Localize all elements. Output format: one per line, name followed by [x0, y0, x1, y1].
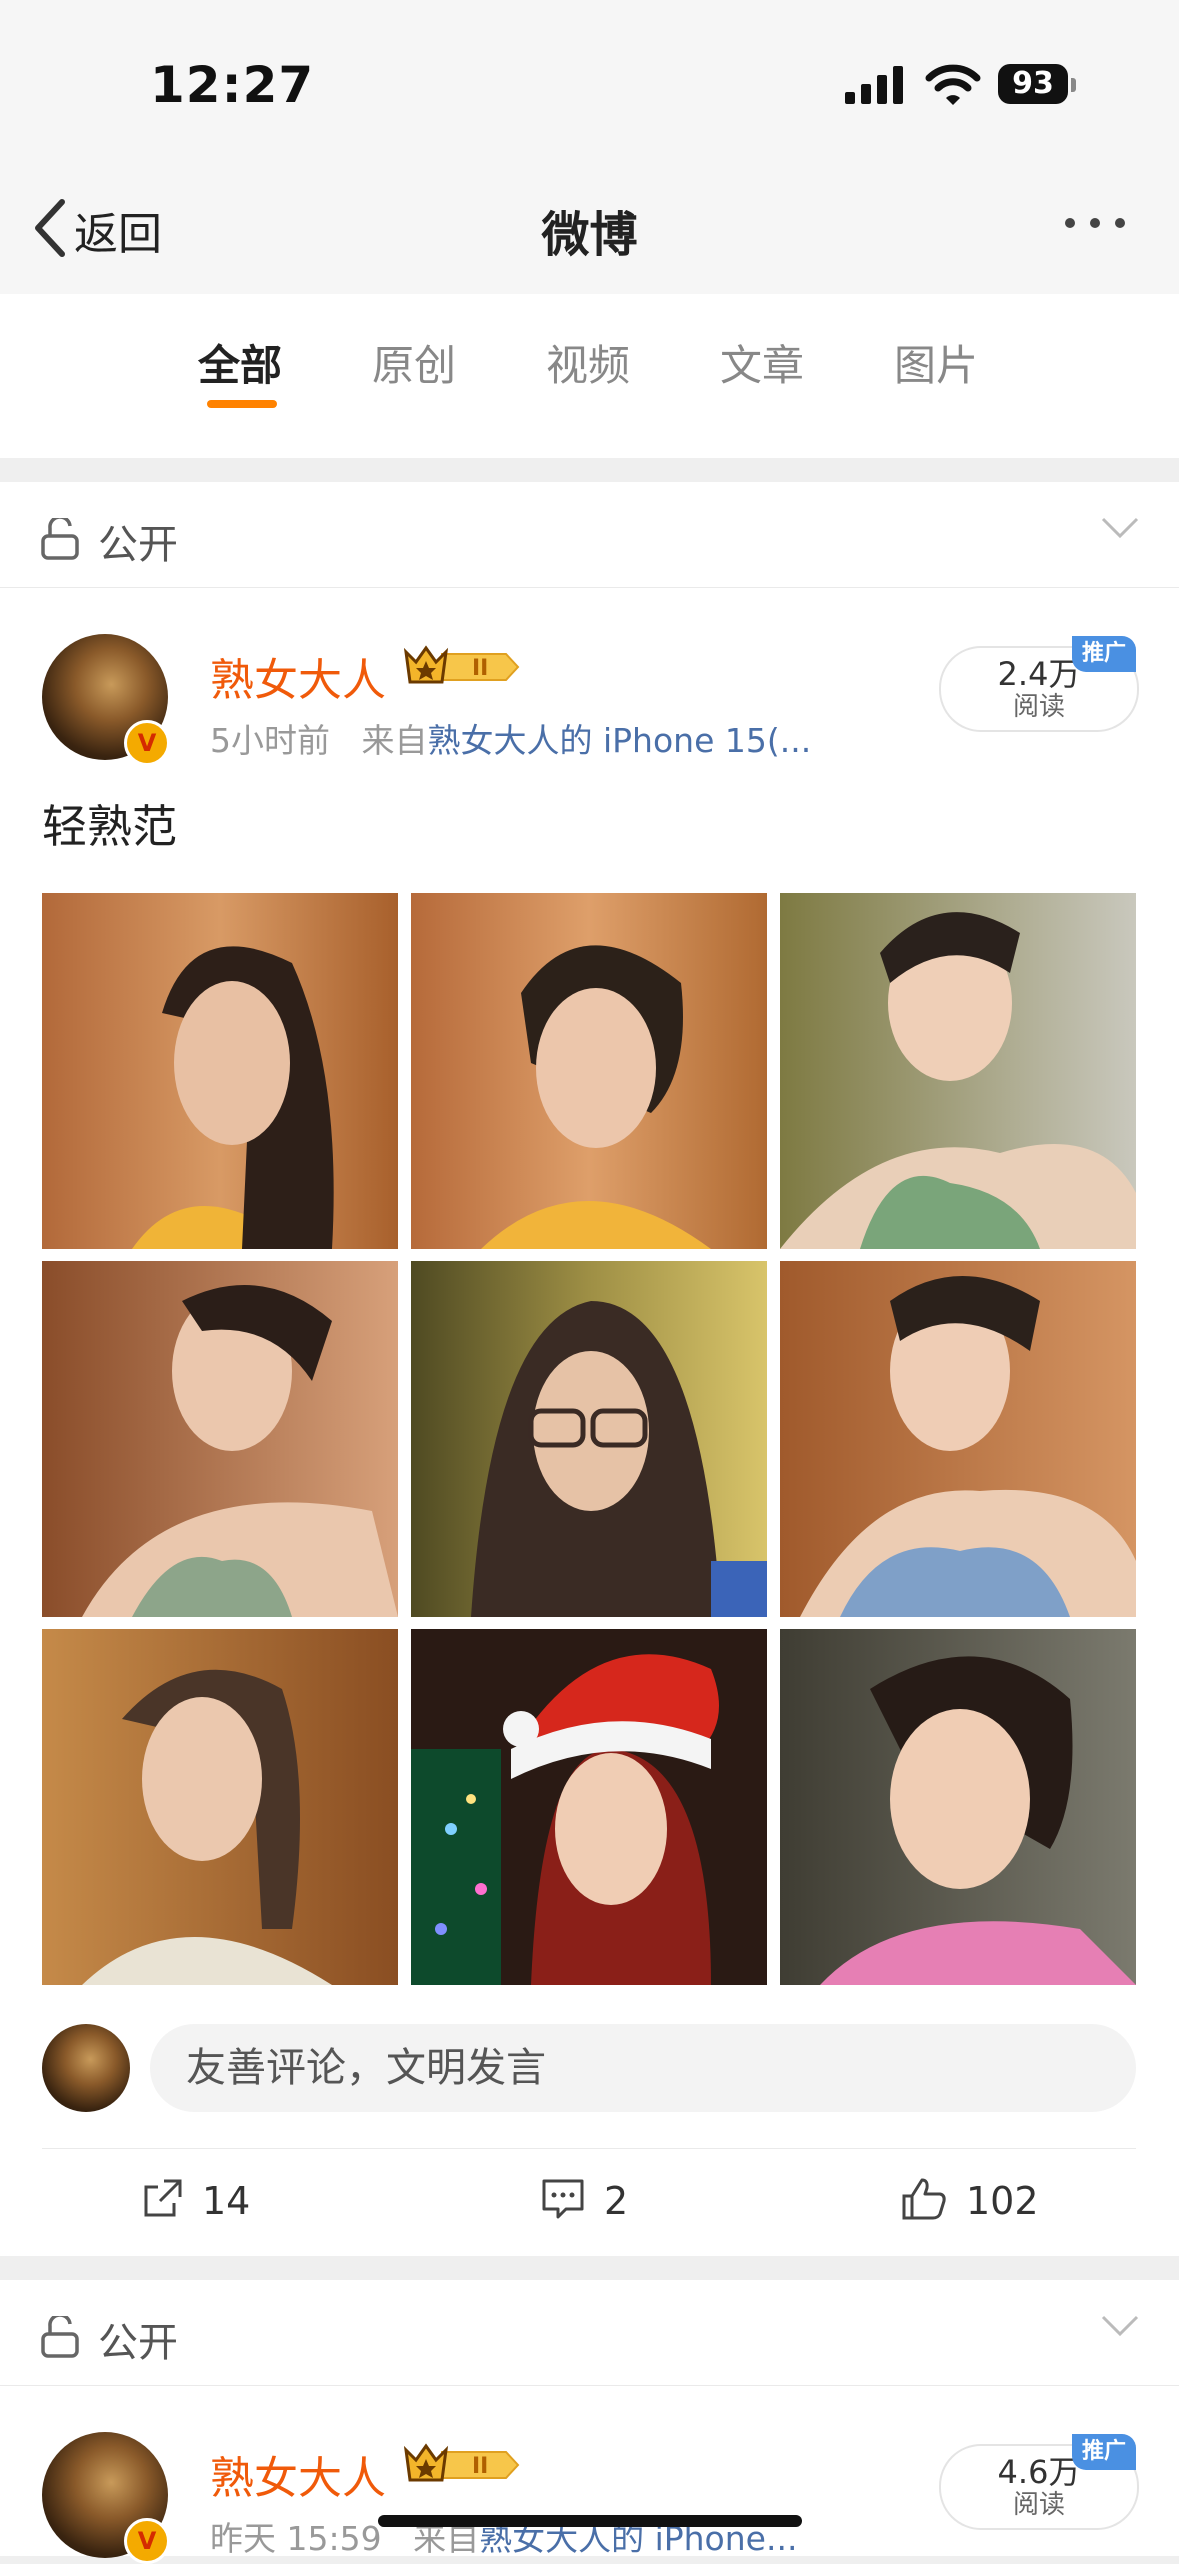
comment-button[interactable]: 2 [540, 2168, 628, 2234]
post-visibility-row: 公开 [0, 482, 1179, 588]
wifi-icon [925, 62, 981, 110]
post-meta: 5小时前 来自熟女大人的 iPhone 15(... [210, 714, 811, 762]
more-options-button[interactable] [1065, 218, 1125, 228]
crown-vip-icon: II [403, 2442, 522, 2492]
crown-vip-icon: II [403, 644, 522, 694]
post-visibility-row: 公开 [0, 2280, 1179, 2386]
comment-count: 2 [604, 2179, 629, 2223]
unlock-icon [40, 2313, 80, 2362]
post-card: V 熟女大人 II 昨天 15:59 来自熟女大人的 iPhone... 4.6… [0, 2386, 1179, 2564]
previous-post-edge [0, 418, 1179, 458]
photo-9[interactable] [780, 1629, 1136, 1985]
photo-5[interactable] [411, 1261, 767, 1617]
comment-icon [540, 2177, 586, 2225]
battery-tip [1071, 78, 1076, 92]
tab-picture[interactable]: 图片 [894, 332, 978, 393]
post-username[interactable]: 熟女大人 [210, 644, 386, 708]
home-indicator[interactable] [378, 2515, 802, 2527]
tab-active-indicator [207, 400, 277, 408]
chevron-down-icon[interactable] [1100, 2314, 1140, 2342]
vip-level: II [472, 656, 488, 681]
battery-icon: 93 [998, 64, 1068, 104]
commenter-avatar[interactable] [42, 2024, 130, 2112]
comment-input[interactable] [150, 2024, 1136, 2112]
promote-badge[interactable]: 推广 [1072, 2434, 1136, 2470]
photo-6[interactable] [780, 1261, 1136, 1617]
vip-level: II [472, 2454, 488, 2479]
photo-8[interactable] [411, 1629, 767, 1985]
photo-4[interactable] [42, 1261, 398, 1617]
repost-button[interactable]: 14 [140, 2168, 250, 2234]
post-time: 5小时前 [210, 721, 330, 760]
page-title: 微博 [541, 207, 638, 263]
promote-badge[interactable]: 推广 [1072, 636, 1136, 672]
read-label: 阅读 [1012, 692, 1065, 722]
read-label: 阅读 [1012, 2490, 1065, 2520]
photo-1[interactable] [42, 893, 398, 1249]
source-prefix: 来自 [361, 721, 428, 760]
post-username[interactable]: 熟女大人 [210, 2442, 386, 2506]
verified-badge-icon: V [124, 720, 170, 766]
cellular-signal-icon [845, 66, 905, 108]
post-text: 轻熟范 [42, 800, 178, 853]
tab-original[interactable]: 原创 [372, 332, 456, 393]
tab-video[interactable]: 视频 [546, 332, 630, 393]
visibility-selector[interactable]: 公开 [40, 512, 178, 570]
visibility-selector[interactable]: 公开 [40, 2310, 178, 2368]
divider [42, 2148, 1136, 2149]
status-time: 12:27 [150, 56, 315, 114]
photo-3[interactable] [780, 893, 1136, 1249]
like-count: 102 [966, 2179, 1039, 2223]
visibility-label: 公开 [98, 522, 178, 568]
post-time: 昨天 15:59 [210, 2519, 382, 2558]
visibility-label: 公开 [98, 2320, 178, 2366]
thumbs-up-icon [900, 2176, 948, 2226]
post-source[interactable]: 熟女大人的 iPhone 15(... [427, 721, 811, 760]
unlock-icon [40, 515, 80, 564]
photo-2[interactable] [411, 893, 767, 1249]
repost-count: 14 [202, 2179, 251, 2223]
photo-7[interactable] [42, 1629, 398, 1985]
tab-article[interactable]: 文章 [720, 332, 804, 393]
verified-badge-icon: V [124, 2518, 170, 2564]
share-icon [140, 2177, 184, 2225]
tab-all[interactable]: 全部 [198, 332, 282, 393]
chevron-down-icon[interactable] [1100, 516, 1140, 544]
like-button[interactable]: 102 [900, 2168, 1039, 2234]
tab-bar: 全部 原创 视频 文章 图片 [0, 294, 1179, 419]
